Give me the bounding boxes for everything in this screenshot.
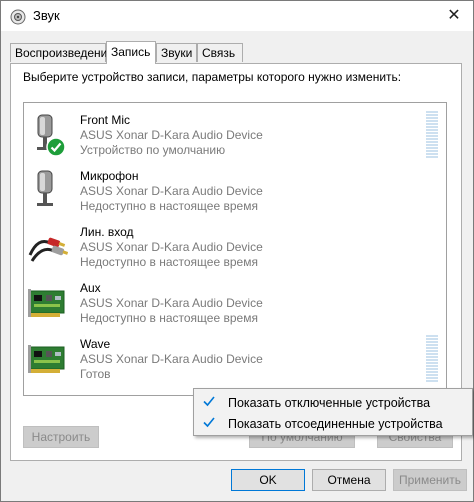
level-meter-wave bbox=[426, 335, 438, 383]
device-name: Лин. вход bbox=[80, 225, 134, 239]
sound-card-icon bbox=[28, 345, 65, 373]
device-status: Недоступно в настоящее время bbox=[80, 199, 258, 213]
close-icon: ✕ bbox=[447, 7, 461, 24]
device-item-line-in[interactable]: Лин. вход ASUS Xonar D-Kara Audio Device… bbox=[24, 223, 404, 279]
device-name: Wave bbox=[80, 337, 111, 351]
device-status: Устройство по умолчанию bbox=[80, 143, 226, 157]
ok-button[interactable]: OK bbox=[231, 469, 305, 491]
device-item-front-mic[interactable]: Front Mic ASUS Xonar D-Kara Audio Device… bbox=[24, 111, 404, 167]
menu-item-label: Показать отсоединенные устройства bbox=[228, 417, 443, 431]
speaker-icon bbox=[10, 9, 26, 25]
device-name: Front Mic bbox=[80, 113, 131, 127]
checkmark-icon bbox=[203, 417, 215, 428]
device-name: Aux bbox=[80, 281, 101, 295]
tab-communications[interactable]: Связь bbox=[197, 43, 243, 62]
level-meter-front-mic bbox=[426, 111, 438, 159]
device-driver: ASUS Xonar D-Kara Audio Device bbox=[80, 240, 263, 254]
device-item-aux[interactable]: Aux ASUS Xonar D-Kara Audio Device Недос… bbox=[24, 279, 404, 335]
device-status: Готов bbox=[80, 367, 111, 381]
tab-playback[interactable]: Воспроизведение bbox=[10, 43, 114, 62]
cancel-button[interactable]: Отмена bbox=[312, 469, 386, 491]
microphone-icon bbox=[37, 170, 53, 206]
context-menu: Показать отключенные устройства Показать… bbox=[193, 388, 473, 436]
rca-cable-icon bbox=[28, 237, 68, 262]
sound-card-icon bbox=[28, 289, 65, 317]
title-bar[interactable]: Звук ✕ bbox=[1, 1, 473, 31]
device-status: Недоступно в настоящее время bbox=[80, 311, 258, 325]
device-list[interactable]: Front Mic ASUS Xonar D-Kara Audio Device… bbox=[23, 102, 447, 396]
configure-button[interactable]: Настроить bbox=[23, 426, 99, 448]
menu-item-show-disabled[interactable]: Показать отключенные устройства bbox=[194, 392, 472, 414]
device-item-microphone[interactable]: Микрофон ASUS Xonar D-Kara Audio Device … bbox=[24, 167, 404, 223]
device-driver: ASUS Xonar D-Kara Audio Device bbox=[80, 128, 263, 142]
window-title: Звук bbox=[33, 8, 60, 23]
device-driver: ASUS Xonar D-Kara Audio Device bbox=[80, 352, 263, 366]
device-status: Недоступно в настоящее время bbox=[80, 255, 258, 269]
default-check-icon bbox=[46, 137, 66, 157]
device-driver: ASUS Xonar D-Kara Audio Device bbox=[80, 296, 263, 310]
menu-item-label: Показать отключенные устройства bbox=[228, 396, 431, 410]
device-driver: ASUS Xonar D-Kara Audio Device bbox=[80, 184, 263, 198]
tab-sounds[interactable]: Звуки bbox=[156, 43, 197, 62]
device-item-wave[interactable]: Wave ASUS Xonar D-Kara Audio Device Гото… bbox=[24, 335, 404, 391]
device-name: Микрофон bbox=[80, 169, 139, 183]
menu-item-show-disconnected[interactable]: Показать отсоединенные устройства bbox=[194, 413, 472, 435]
apply-button[interactable]: Применить bbox=[393, 469, 467, 491]
tab-recording[interactable]: Запись bbox=[106, 41, 156, 64]
close-button[interactable]: ✕ bbox=[441, 5, 467, 27]
instruction-text: Выберите устройство записи, параметры ко… bbox=[23, 70, 402, 84]
checkmark-icon bbox=[203, 396, 215, 407]
